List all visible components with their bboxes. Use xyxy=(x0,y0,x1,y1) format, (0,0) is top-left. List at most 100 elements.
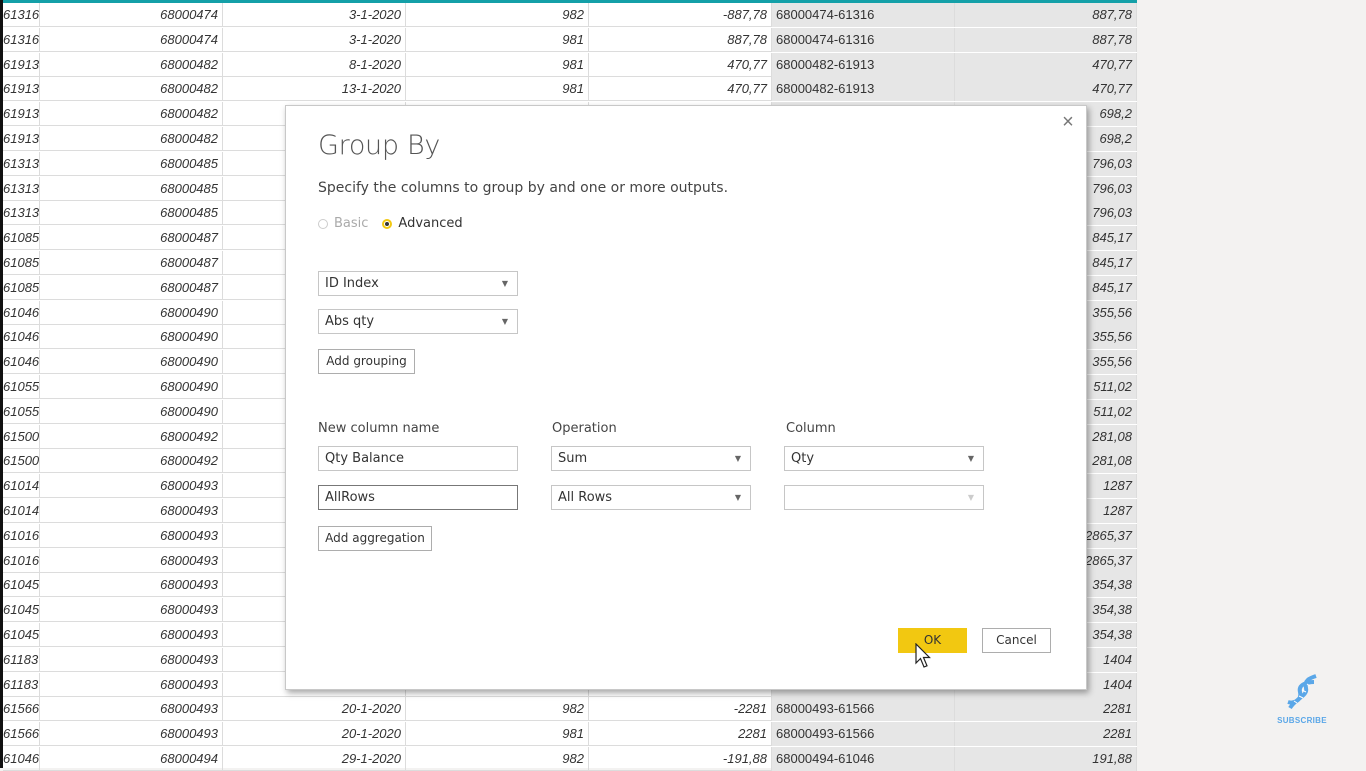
table-cell[interactable]: 68000474-61316 xyxy=(772,27,955,52)
table-cell[interactable]: 887,78 xyxy=(955,27,1137,52)
grouping-column-select-1[interactable]: ID Index ▼ xyxy=(318,271,518,296)
table-cell[interactable]: 68000474 xyxy=(40,3,223,27)
table-cell[interactable]: 981 xyxy=(406,722,589,747)
table-cell[interactable]: 61313 xyxy=(3,151,40,176)
table-cell[interactable]: 68000493 xyxy=(40,697,223,722)
table-cell[interactable]: 68000485 xyxy=(40,151,223,176)
table-cell[interactable]: 61014 xyxy=(3,499,40,523)
table-cell[interactable]: 68000493 xyxy=(40,623,223,647)
table-cell[interactable]: 68000493 xyxy=(40,647,223,672)
table-cell[interactable]: 68000485 xyxy=(40,176,223,201)
table-cell[interactable]: 61913 xyxy=(3,102,40,127)
table-cell[interactable]: 61016 xyxy=(3,548,40,573)
table-cell[interactable]: 61055 xyxy=(3,375,40,399)
table-cell[interactable]: 887,78 xyxy=(955,3,1137,27)
table-cell[interactable]: 68000493-61566 xyxy=(772,697,955,722)
table-cell[interactable]: 2281 xyxy=(589,722,772,747)
table-cell[interactable]: 470,77 xyxy=(955,77,1137,102)
table-cell[interactable]: 68000490 xyxy=(40,375,223,399)
table-cell[interactable]: 68000482 xyxy=(40,52,223,77)
table-cell[interactable]: 68000482-61913 xyxy=(772,77,955,102)
table-cell[interactable]: 470,77 xyxy=(589,77,772,102)
table-cell[interactable]: 61183 xyxy=(3,647,40,672)
table-cell[interactable]: 68000487 xyxy=(40,251,223,275)
add-grouping-button[interactable]: Add grouping xyxy=(318,349,415,374)
table-cell[interactable]: 981 xyxy=(406,77,589,102)
table-cell[interactable]: 3-1-2020 xyxy=(223,3,406,27)
table-cell[interactable]: 68000487 xyxy=(40,275,223,300)
table-cell[interactable]: 61045 xyxy=(3,598,40,623)
table-cell[interactable]: 61913 xyxy=(3,77,40,102)
table-cell[interactable]: 61045 xyxy=(3,573,40,598)
new-column-name-input-1[interactable]: Qty Balance xyxy=(318,446,518,471)
table-cell[interactable]: 61014 xyxy=(3,474,40,499)
table-cell[interactable]: 61085 xyxy=(3,251,40,275)
new-column-name-input-2[interactable]: AllRows xyxy=(318,485,518,510)
table-cell[interactable]: 68000493 xyxy=(40,598,223,623)
table-cell[interactable]: 13-1-2020 xyxy=(223,77,406,102)
add-aggregation-button[interactable]: Add aggregation xyxy=(318,526,432,551)
table-cell[interactable]: 61913 xyxy=(3,52,40,77)
table-cell[interactable]: 982 xyxy=(406,697,589,722)
table-cell[interactable]: 470,77 xyxy=(589,52,772,77)
table-cell[interactable]: 68000494-61046 xyxy=(772,747,955,771)
table-cell[interactable]: 61316 xyxy=(3,3,40,27)
table-cell[interactable]: 982 xyxy=(406,747,589,771)
table-cell[interactable]: -2281 xyxy=(589,697,772,722)
cancel-button[interactable]: Cancel xyxy=(982,628,1051,653)
radio-basic[interactable]: Basic xyxy=(318,216,368,231)
close-icon[interactable]: × xyxy=(1058,112,1078,132)
table-cell[interactable]: 68000490 xyxy=(40,399,223,424)
table-cell[interactable]: -191,88 xyxy=(589,747,772,771)
table-cell[interactable]: 68000493 xyxy=(40,548,223,573)
table-cell[interactable]: 2281 xyxy=(955,722,1137,747)
table-cell[interactable]: 68000493 xyxy=(40,573,223,598)
table-cell[interactable]: 68000492 xyxy=(40,424,223,449)
table-cell[interactable]: 68000490 xyxy=(40,325,223,350)
table-cell[interactable]: 982 xyxy=(406,3,589,27)
table-cell[interactable]: 68000493 xyxy=(40,672,223,697)
table-cell[interactable]: 68000474-61316 xyxy=(772,3,955,27)
table-cell[interactable]: 61055 xyxy=(3,399,40,424)
table-cell[interactable]: 68000490 xyxy=(40,350,223,375)
table-cell[interactable]: 68000493 xyxy=(40,722,223,747)
table-row[interactable]: 61566 68000493 20-1-2020 981 2281 68000493-61… xyxy=(3,722,1137,747)
table-row[interactable]: 61566 68000493 20-1-2020 982 -2281 68000493-6… xyxy=(3,697,1137,722)
table-cell[interactable]: 887,78 xyxy=(589,27,772,52)
table-cell[interactable]: 20-1-2020 xyxy=(223,697,406,722)
table-cell[interactable]: 470,77 xyxy=(955,52,1137,77)
table-cell[interactable]: 61313 xyxy=(3,201,40,226)
table-cell[interactable]: 61046 xyxy=(3,325,40,350)
table-cell[interactable]: 61045 xyxy=(3,623,40,647)
table-cell[interactable]: 68000474 xyxy=(40,27,223,52)
table-cell[interactable]: 61316 xyxy=(3,27,40,52)
table-cell[interactable]: 68000493 xyxy=(40,499,223,523)
table-cell[interactable]: 8-1-2020 xyxy=(223,52,406,77)
table-cell[interactable]: 61046 xyxy=(3,300,40,325)
table-cell[interactable]: 29-1-2020 xyxy=(223,747,406,771)
table-cell[interactable]: 68000482 xyxy=(40,127,223,151)
table-cell[interactable]: 61183 xyxy=(3,672,40,697)
table-cell[interactable]: 191,88 xyxy=(955,747,1137,771)
table-cell[interactable]: 68000493 xyxy=(40,474,223,499)
table-cell[interactable]: 68000482 xyxy=(40,77,223,102)
operation-select-1[interactable]: Sum ▼ xyxy=(551,446,751,471)
table-cell[interactable]: 61085 xyxy=(3,226,40,251)
table-cell[interactable]: 61046 xyxy=(3,747,40,771)
table-row[interactable]: 61316 68000474 3-1-2020 981 887,78 68000474-6… xyxy=(3,27,1137,52)
table-cell[interactable]: 981 xyxy=(406,52,589,77)
table-cell[interactable]: 61500 xyxy=(3,424,40,449)
table-cell[interactable]: 61566 xyxy=(3,722,40,747)
table-cell[interactable]: 20-1-2020 xyxy=(223,722,406,747)
table-cell[interactable]: 61913 xyxy=(3,127,40,151)
table-cell[interactable]: 3-1-2020 xyxy=(223,27,406,52)
table-cell[interactable]: 61046 xyxy=(3,350,40,375)
table-cell[interactable]: 2281 xyxy=(955,697,1137,722)
table-cell[interactable]: 68000492 xyxy=(40,449,223,474)
column-select-2[interactable]: ▼ xyxy=(784,485,984,510)
radio-advanced[interactable]: Advanced xyxy=(382,216,463,231)
table-cell[interactable]: 68000482 xyxy=(40,102,223,127)
table-cell[interactable]: 68000482-61913 xyxy=(772,52,955,77)
table-cell[interactable]: 61500 xyxy=(3,449,40,474)
table-row[interactable]: 61046 68000494 29-1-2020 982 -191,88 68000494… xyxy=(3,747,1137,771)
